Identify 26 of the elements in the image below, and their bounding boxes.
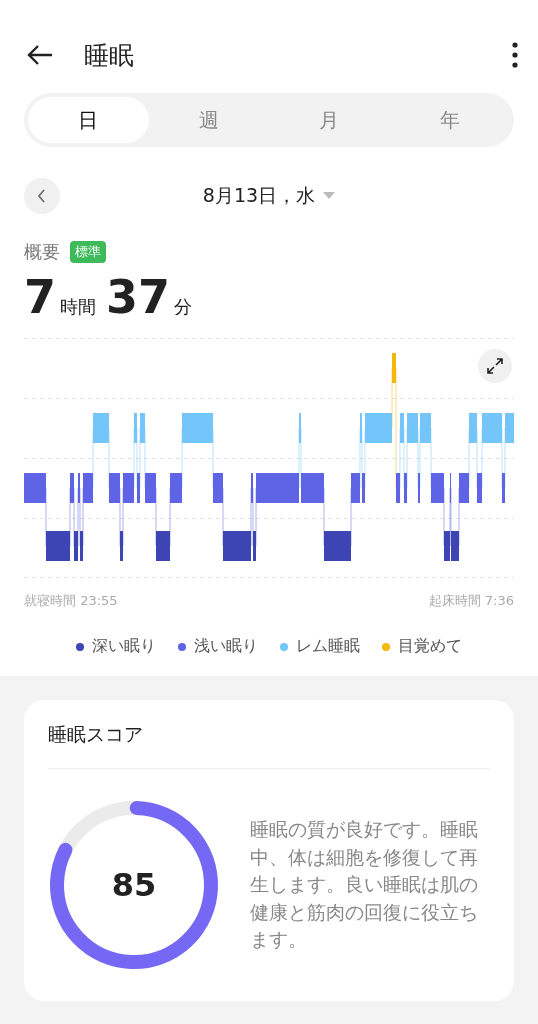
chevron-left-icon — [37, 189, 47, 203]
legend-label: 目覚めて — [398, 636, 462, 657]
summary-label: 概要 — [24, 240, 60, 264]
hours-value: 7 — [24, 270, 56, 324]
back-icon[interactable] — [26, 43, 54, 67]
legend-label: 浅い眠り — [194, 636, 258, 657]
more-icon[interactable] — [512, 42, 518, 68]
bedtime-label: 就寝時間 23:55 — [24, 592, 118, 610]
expand-button[interactable] — [478, 349, 512, 383]
minutes-value: 37 — [106, 270, 171, 324]
legend-label: 深い眠り — [92, 636, 156, 657]
minutes-unit: 分 — [174, 295, 193, 319]
card-title: 睡眠スコア — [48, 722, 144, 747]
score-description: 睡眠の質が良好です。睡眠中、体は細胞を修復して再生します。良い睡眠は肌の健康と筋肉の回復に役立ちます。 — [250, 817, 479, 953]
status-badge: 標準 — [70, 241, 106, 263]
page-title: 睡眠 — [84, 39, 135, 72]
legend-label: レム睡眠 — [296, 636, 360, 657]
period-tab[interactable]: 日 — [28, 97, 149, 143]
score-value: 85 — [111, 866, 157, 904]
period-tab[interactable]: 週 — [148, 97, 269, 143]
hours-unit: 時間 — [60, 295, 96, 319]
period-tab[interactable]: 年 — [389, 97, 510, 143]
period-tab[interactable]: 月 — [269, 97, 390, 143]
expand-icon — [487, 358, 503, 374]
wake-time-label: 起床時間 7:36 — [428, 592, 514, 610]
date-selector[interactable]: 8月13日，水 — [202, 183, 316, 209]
